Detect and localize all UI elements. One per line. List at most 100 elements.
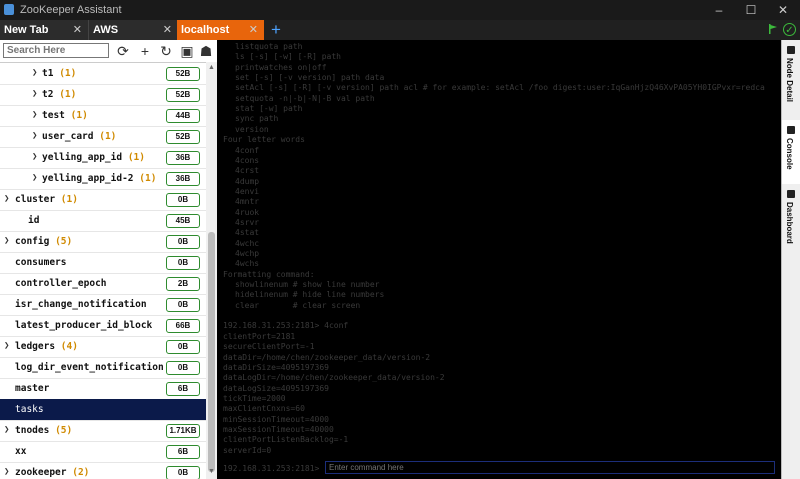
tree-row[interactable]: isr_change_notification 0B [0,294,206,316]
close-tab-icon[interactable]: ✕ [249,23,258,36]
size-badge: 6B [166,382,200,396]
tree-row[interactable]: ❯ tnodes (5) 1.71KB [0,420,206,442]
connected-check-icon[interactable]: ✓ [783,23,796,36]
chevron-right-icon[interactable]: ❯ [4,467,9,477]
console-line: 4wchp [235,249,260,258]
child-count: (2) [72,467,90,478]
tab-label: localhost [181,24,230,36]
close-tab-icon[interactable]: ✕ [163,23,172,36]
add-tab-icon[interactable]: + [266,20,286,40]
tree-row[interactable]: log_dir_event_notification 0B [0,357,206,379]
chevron-right-icon[interactable]: ❯ [32,173,37,183]
console-line: 4conf [235,145,260,155]
console-line: 4ruok [235,207,260,217]
console-line: 4dump [235,176,260,186]
tab-aws[interactable]: AWS ✕ [88,20,178,40]
scroll-up-icon[interactable]: ▲ [208,64,215,71]
console-line: 4crst [235,166,260,176]
add-node-icon[interactable]: + [136,42,154,60]
node-name: xx [15,446,27,457]
dashboard-icon [787,190,795,198]
tree-row[interactable]: ❯ yelling_app_id (1) 36B [0,147,206,169]
app-logo-icon [4,4,14,15]
sidebar-scrollbar[interactable]: ▲ ▼ [206,62,217,479]
node-name: isr_change_notification [15,299,147,310]
node-name: tnodes [15,425,50,436]
tree-row[interactable]: master 6B [0,378,206,400]
tree-row[interactable]: latest_producer_id_block 66B [0,315,206,337]
child-count: (1) [70,110,88,121]
search-input[interactable] [3,43,109,58]
scroll-down-icon[interactable]: ▼ [208,468,215,475]
tree-row[interactable]: ❯ user_card (1) 52B [0,126,206,148]
console-line: 4mntr [235,197,260,207]
console-line: 4wchc [235,238,260,248]
child-count: (4) [60,341,78,352]
tree-row[interactable]: xx 6B [0,441,206,463]
maximize-button[interactable]: ☐ [736,2,766,18]
console-line: serverId=0 [223,445,272,455]
console-line: maxClientCnxns=60 [223,404,305,414]
console-line: 4srvr [235,217,260,227]
child-count: (1) [127,152,145,163]
close-window-button[interactable]: ✕ [768,2,798,18]
tab-node-detail[interactable]: Node Detail [782,40,800,120]
size-badge: 0B [166,256,200,270]
size-badge: 6B [166,445,200,459]
size-badge: 2B [166,277,200,291]
tab-bar: New Tab ✕ AWS ✕ localhost ✕ + ✓ [0,20,800,40]
minimize-button[interactable]: – [704,2,734,18]
console-line: dataLogSize=4095197369 [223,383,329,393]
chevron-down-icon[interactable]: ❯ [4,194,9,204]
collapse-icon[interactable]: ▣ [178,42,196,60]
terminal-icon[interactable]: ☗ [197,42,215,60]
tab-console[interactable]: Console [782,120,800,184]
console-line: 4wchs [235,259,260,269]
tree-row[interactable]: ❯ cluster (1) 0B [0,189,206,211]
chevron-right-icon[interactable]: ❯ [32,89,37,99]
tab-new-tab[interactable]: New Tab ✕ [0,20,88,40]
chevron-right-icon[interactable]: ❯ [32,110,37,120]
tree-row-selected[interactable]: tasks [0,399,206,421]
chevron-right-icon[interactable]: ❯ [4,236,9,246]
tree-row[interactable]: ❯ config (5) 0B [0,231,206,253]
console-line: set [-s] [-v version] path data [235,73,385,83]
node-name: tasks [15,404,44,415]
tree-row[interactable]: consumers 0B [0,252,206,274]
redo-icon[interactable]: ↻ [157,42,175,60]
size-badge: 36B [166,172,200,186]
size-badge: 0B [166,235,200,249]
tree-row[interactable]: ❯ ledgers (4) 0B [0,336,206,358]
console-line: tickTime=2000 [223,393,286,403]
tab-label: AWS [93,24,119,36]
command-input[interactable] [325,461,775,474]
tree-row[interactable]: id 45B [0,210,206,232]
close-tab-icon[interactable]: ✕ [73,23,82,36]
tree-row[interactable]: ❯ t1 (1) 52B [0,63,206,85]
console-line: maxSessionTimeout=40000 [223,424,334,434]
node-name: latest_producer_id_block [15,320,153,331]
flag-icon[interactable] [768,24,778,34]
chevron-right-icon[interactable]: ❯ [32,152,37,162]
sidebar: ⟳ + ↻ ▣ ☗ ❯ t1 (1) 52B ❯ t2 (1) 52B ❯ te… [0,40,217,479]
scrollbar-thumb[interactable] [208,232,215,472]
chevron-right-icon[interactable]: ❯ [32,68,37,78]
chevron-right-icon[interactable]: ❯ [4,425,9,435]
tree-row[interactable]: ❯ yelling_app_id-2 (1) 36B [0,168,206,190]
size-badge: 1.71KB [166,424,200,438]
console-line: version [235,124,269,134]
tab-dashboard[interactable]: Dashboard [782,184,800,260]
tab-localhost[interactable]: localhost ✕ [177,20,264,40]
console-line: clientPortListenBacklog=-1 [223,435,349,445]
console-line: Formatting command: [223,269,315,279]
size-badge: 0B [166,340,200,354]
node-name: yelling_app_id-2 [42,173,134,184]
tree-row[interactable]: ❯ t2 (1) 52B [0,84,206,106]
tree-row[interactable]: controller_epoch 2B [0,273,206,295]
tree-row[interactable]: ❯ test (1) 44B [0,105,206,127]
chevron-right-icon[interactable]: ❯ [4,341,9,351]
chevron-right-icon[interactable]: ❯ [32,131,37,141]
tree-row[interactable]: ❯ zookeeper (2) 0B [0,462,206,479]
node-name: master [15,383,50,394]
refresh-icon[interactable]: ⟳ [114,42,132,60]
